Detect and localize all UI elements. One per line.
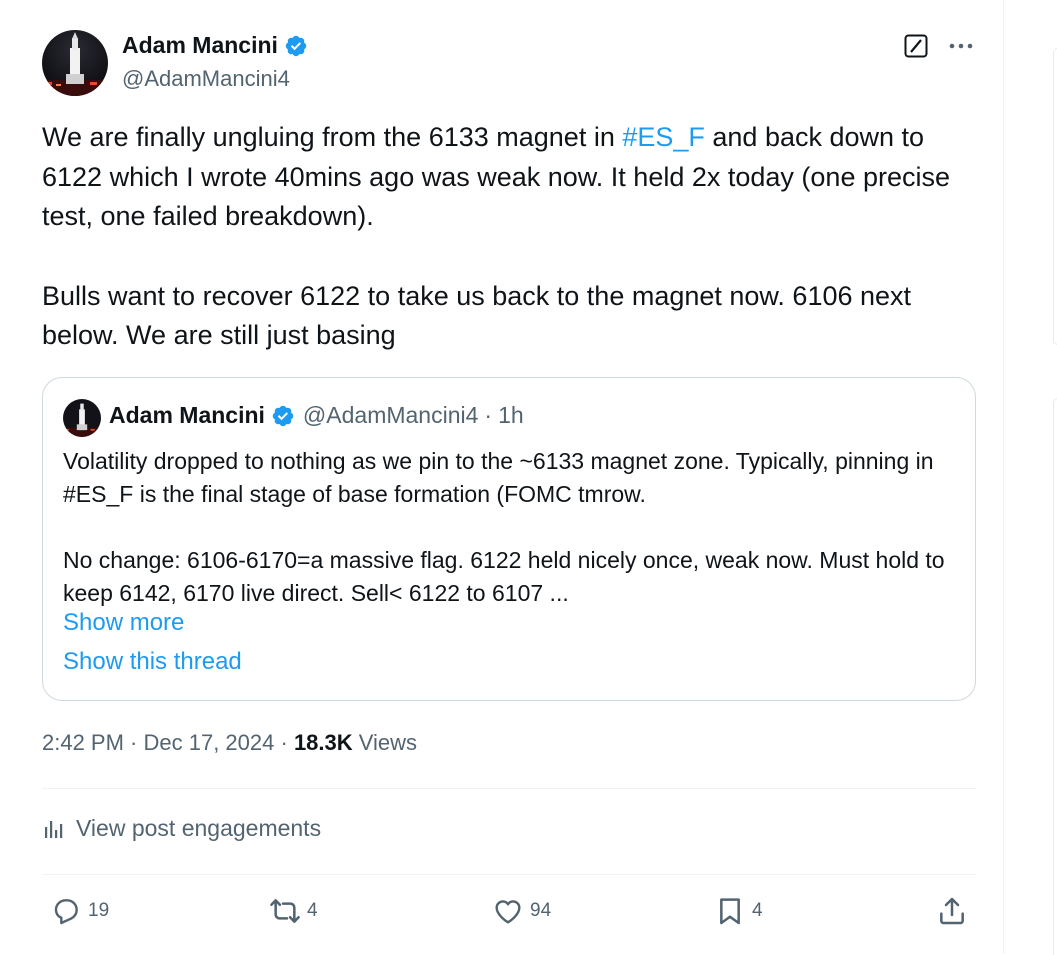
quoted-paragraph: No change: 6106-6170=a massive flag. 612… xyxy=(63,547,945,606)
quoted-time: 1h xyxy=(498,402,524,428)
post-paragraph: We are finally ungluing from the 6133 ma… xyxy=(42,122,951,231)
repost-button[interactable]: 4 xyxy=(269,895,318,927)
quoted-header: Adam Mancini @AdamMancini4 · 1h xyxy=(109,402,524,429)
avatar[interactable] xyxy=(42,30,108,96)
post-time[interactable]: 2:42 PM xyxy=(42,730,124,755)
meta-separator: · xyxy=(274,730,294,755)
verified-badge-icon[interactable] xyxy=(284,34,308,58)
timeline-border xyxy=(1003,0,1004,954)
quoted-handle: @AdamMancini4 xyxy=(302,402,479,428)
like-count: 94 xyxy=(530,900,552,921)
quoted-text: Volatility dropped to nothing as we pin … xyxy=(63,445,963,610)
share-icon xyxy=(940,897,964,925)
like-button[interactable]: 94 xyxy=(492,895,551,927)
reply-button[interactable]: 19 xyxy=(50,895,109,927)
post-text: We are finally ungluing from the 6133 ma… xyxy=(42,118,976,356)
repost-icon xyxy=(270,899,300,923)
view-engagements-link[interactable]: View post engagements xyxy=(42,815,321,842)
show-thread-link[interactable]: Show this thread xyxy=(63,648,242,676)
sidebar-card-edge xyxy=(1053,48,1057,345)
bookmark-button[interactable]: 4 xyxy=(714,895,763,927)
divider xyxy=(42,874,976,875)
quoted-author-name: Adam Mancini xyxy=(109,402,265,428)
quoted-separator: · xyxy=(484,402,493,428)
hashtag-link[interactable]: #ES_F xyxy=(622,122,705,152)
more-icon[interactable] xyxy=(947,34,975,58)
action-bar: 19 4 94 4 xyxy=(42,895,976,935)
bookmark-count: 4 xyxy=(752,900,763,921)
post-paragraph: Bulls want to recover 6122 to take us ba… xyxy=(42,280,912,351)
views-count: 18.3K xyxy=(293,730,353,755)
analytics-icon xyxy=(45,820,63,838)
show-more-link[interactable]: Show more xyxy=(63,609,184,637)
author-name[interactable]: Adam Mancini xyxy=(122,32,278,59)
views-label: Views xyxy=(352,730,418,755)
post-date[interactable]: Dec 17, 2024 xyxy=(144,730,275,755)
reply-count: 19 xyxy=(88,900,110,921)
share-button[interactable] xyxy=(936,895,968,927)
sidebar-card-edge xyxy=(1053,398,1057,955)
grok-icon[interactable] xyxy=(904,34,928,58)
view-engagements-label: View post engagements xyxy=(76,815,322,841)
reply-icon xyxy=(54,899,78,925)
like-icon xyxy=(495,900,521,924)
post-meta: 2:42 PM · Dec 17, 2024 · 18.3K Views xyxy=(42,730,417,756)
divider xyxy=(42,788,976,789)
verified-badge-icon xyxy=(272,405,294,426)
quoted-post[interactable]: Adam Mancini @AdamMancini4 · 1h Volatili… xyxy=(42,377,976,701)
bookmark-icon xyxy=(720,898,740,925)
quoted-paragraph: Volatility dropped to nothing as we pin … xyxy=(63,448,934,507)
meta-separator: · xyxy=(123,730,144,755)
author-name-row: Adam Mancini xyxy=(122,32,308,59)
author-handle[interactable]: @AdamMancini4 xyxy=(122,66,290,92)
repost-count: 4 xyxy=(307,900,318,921)
quoted-avatar xyxy=(63,399,101,437)
